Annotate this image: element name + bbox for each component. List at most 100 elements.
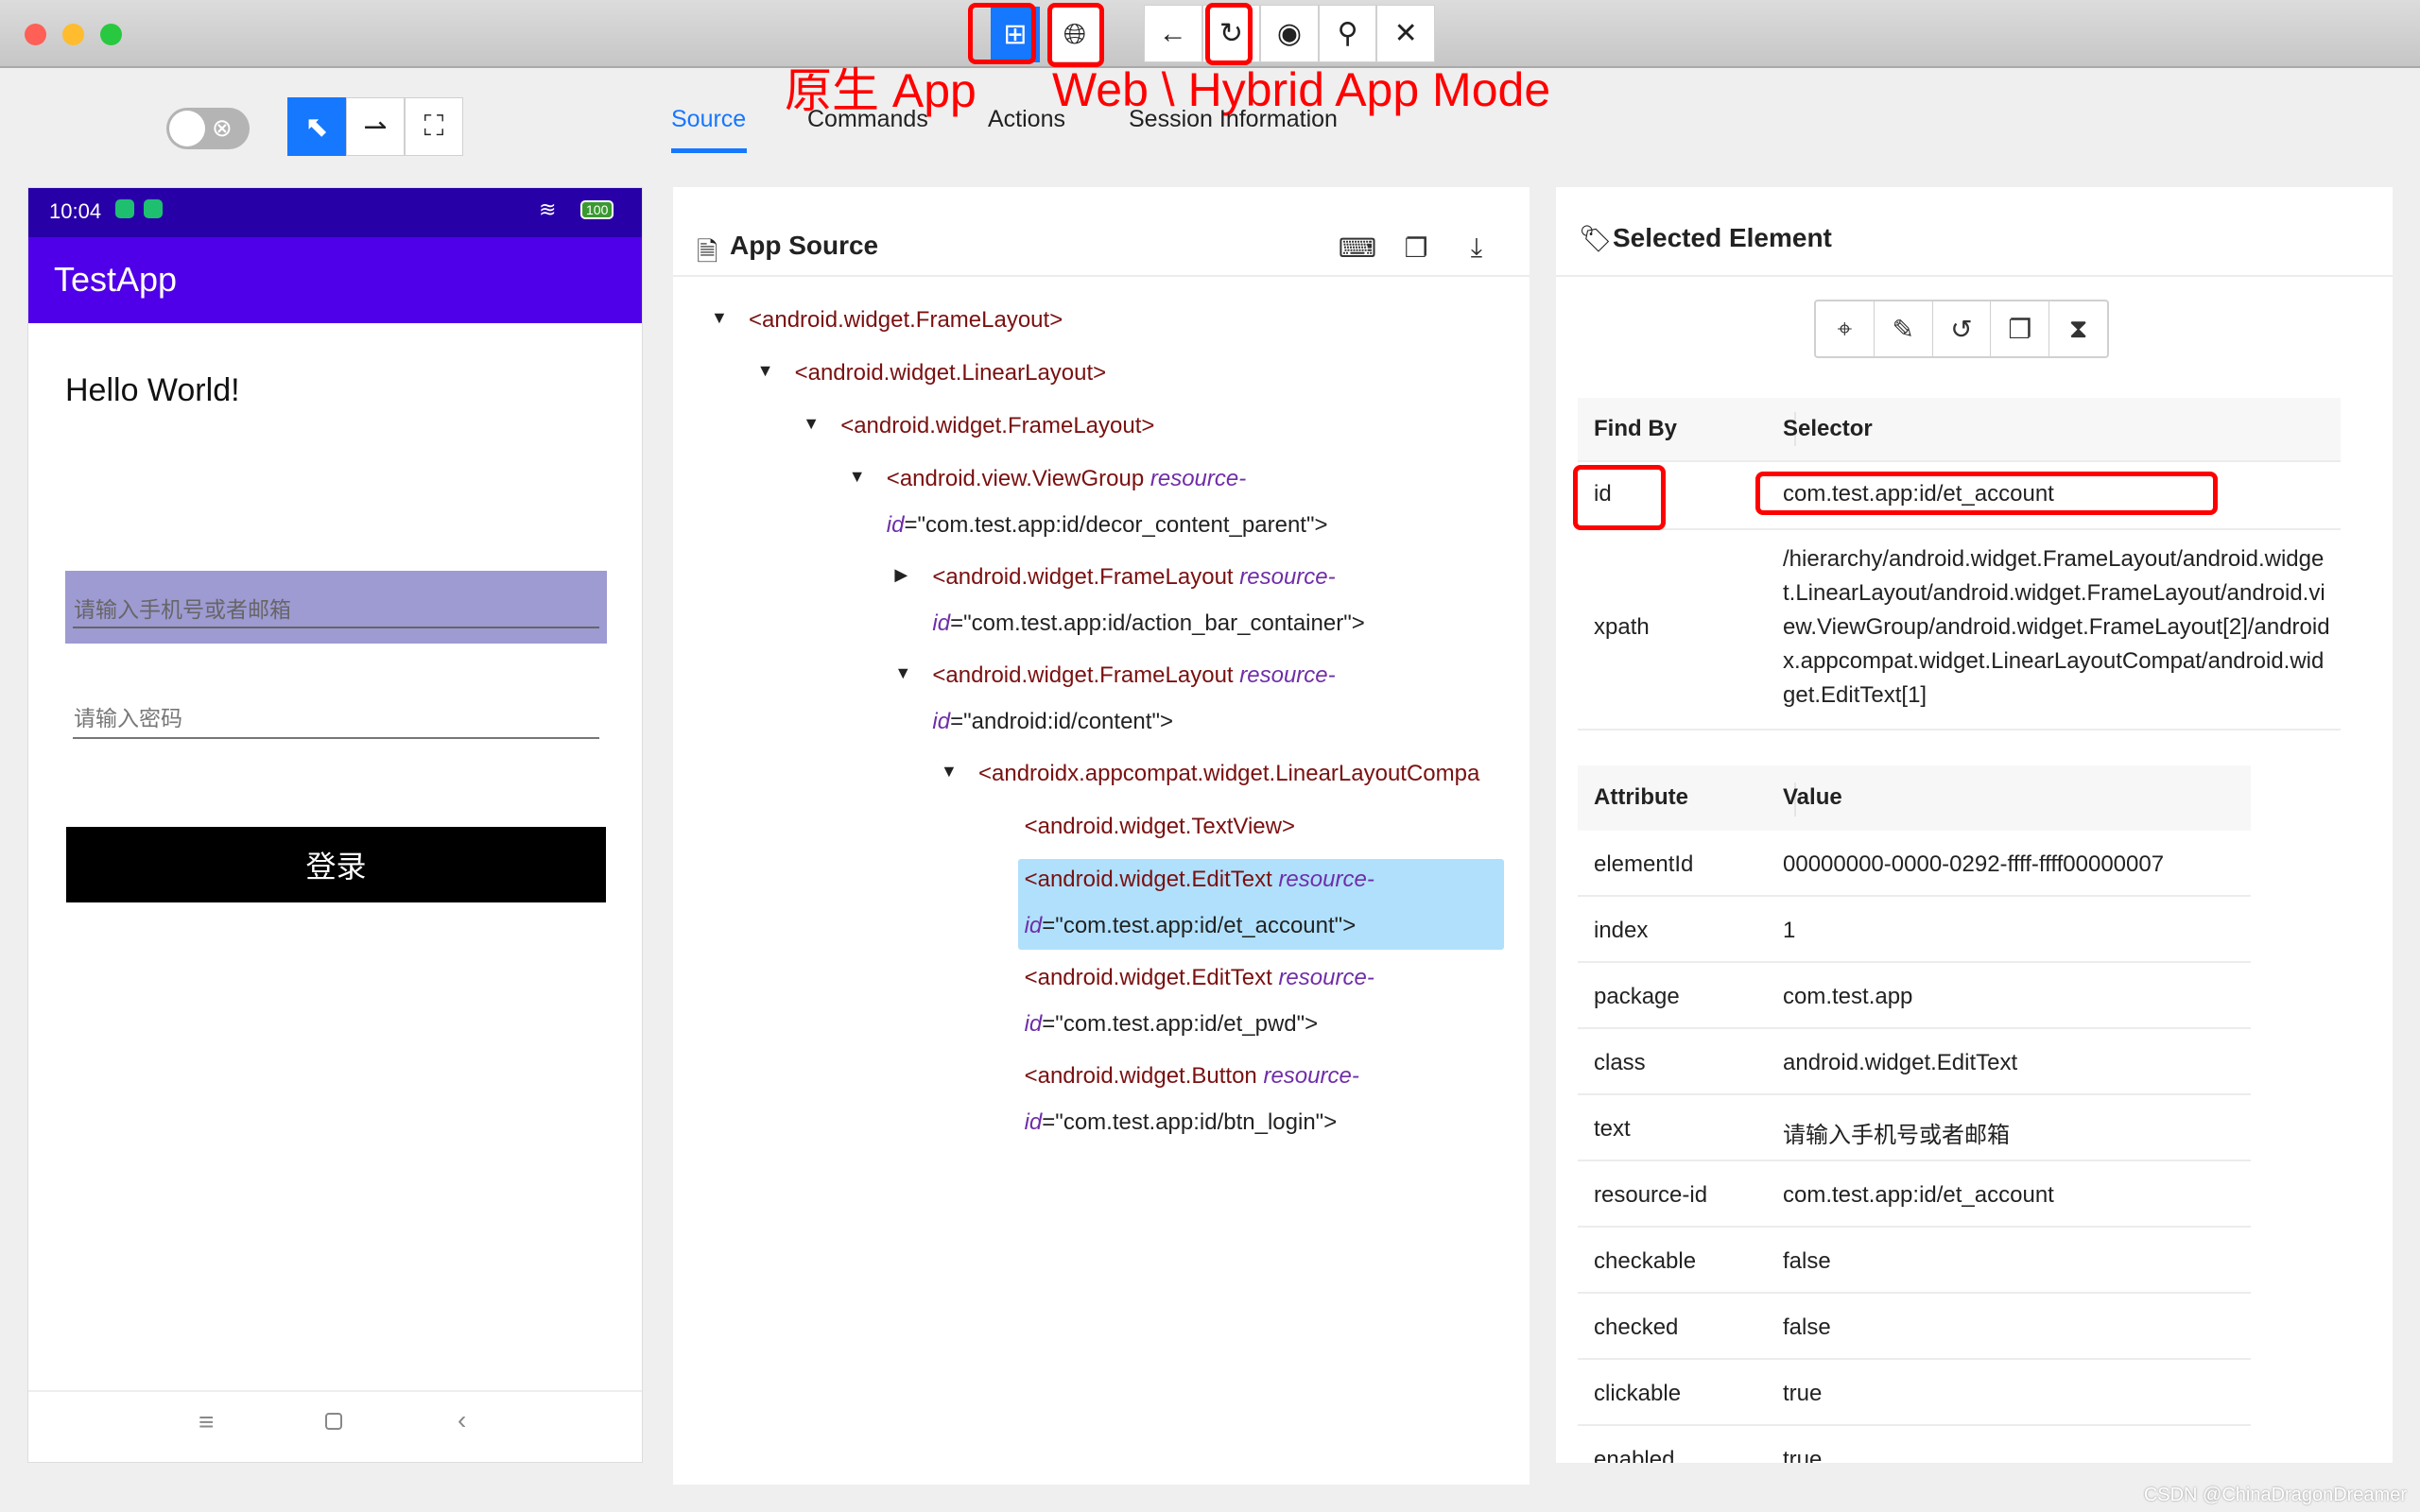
node-tag: android.widget.FrameLayout [945, 564, 1234, 590]
annotation-box-id [1573, 465, 1666, 530]
swipe-icon: ⇀ [363, 111, 388, 143]
attribute-row: enabled true [1578, 1426, 2251, 1463]
element-actions-toolbar: ⌖ ✎ ↺ ❐ ⧗ [1814, 300, 2109, 358]
tap-coordinates-button[interactable]: ⛶ [405, 97, 463, 156]
close-button[interactable]: ✕ [1376, 5, 1435, 62]
eye-button[interactable]: ◉ [1260, 5, 1319, 62]
password-input[interactable]: 请输入密码 [74, 700, 182, 732]
node-attr-value: ="android:id/content"> [950, 709, 1173, 734]
node-attr-name: resource- [1239, 662, 1336, 688]
attribute-row: package com.test.app [1578, 963, 2251, 1029]
node-tag: android.view.ViewGroup [899, 466, 1145, 491]
attribute-value[interactable]: true [1783, 1447, 1822, 1463]
tab-session-information[interactable]: Session Information [1129, 106, 1338, 133]
menu-icon[interactable]: ≡ [199, 1407, 214, 1437]
tree-caret-down-icon[interactable]: ▼ [711, 308, 728, 328]
value-header: Value [1783, 784, 1842, 810]
tab-source[interactable]: Source [671, 106, 746, 133]
node-tag: android.widget.FrameLayout [762, 307, 1050, 333]
tap-element-icon[interactable]: ⌖ [1816, 301, 1875, 356]
xpath-selector[interactable]: /hierarchy/android.widget.FrameLayout/an… [1783, 542, 2331, 713]
tree-node[interactable]: <android.widget.EditText resource-id="co… [1025, 954, 1374, 1047]
tree-node[interactable]: <android.widget.FrameLayout> [840, 403, 1154, 449]
attribute-value[interactable]: android.widget.EditText [1783, 1050, 2017, 1076]
node-attr-value-text: android:id/content [971, 709, 1152, 734]
attribute-row: index 1 [1578, 897, 2251, 963]
attribute-name: elementId [1594, 851, 1694, 877]
search-button[interactable]: ⚲ [1318, 5, 1377, 62]
node-tag: android.widget.EditText [1037, 867, 1272, 892]
divider [1556, 275, 2393, 277]
node-attr-value: ="com.test.app:id/et_pwd"> [1042, 1011, 1319, 1037]
tree-node[interactable]: <android.widget.FrameLayout resource-id=… [932, 652, 1335, 745]
back-icon[interactable]: ‹ [458, 1405, 466, 1435]
clear-icon[interactable]: ↺ [1933, 301, 1992, 356]
copy-attributes-icon[interactable]: ❐ [1991, 301, 2050, 356]
node-attr-value: ="com.test.app:id/btn_login"> [1042, 1109, 1338, 1135]
annotation-box-selector [1755, 472, 2218, 515]
timing-icon[interactable]: ⧗ [2049, 301, 2107, 356]
close-window-button[interactable] [25, 24, 46, 45]
attribute-value[interactable]: 1 [1783, 918, 1795, 944]
attribute-row: checkable false [1578, 1228, 2251, 1294]
attribute-value[interactable]: false [1783, 1314, 1831, 1341]
select-element-icon: ⬉ [304, 111, 329, 143]
swipe-button[interactable]: ⇀ [346, 97, 405, 156]
attribute-name: resource-id [1594, 1182, 1708, 1208]
select-element-button[interactable]: ⬉ [287, 97, 346, 156]
account-input[interactable]: 请输入手机号或者邮箱 [74, 592, 291, 624]
app-source-panel: 🗎︎ App Source ⌨︎ ❐ ⤓ ▼ <android.widget.Fr… [673, 187, 1530, 1485]
tree-node[interactable]: <android.widget.Button resource-id="com.… [1025, 1053, 1359, 1145]
device-screenshot[interactable]: 10:04 ≋ 100 TestApp Hello World! 请输入手机号或… [27, 187, 643, 1463]
tab-actions[interactable]: Actions [988, 106, 1065, 133]
minimize-window-button[interactable] [62, 24, 84, 45]
attribute-value[interactable]: false [1783, 1248, 1831, 1275]
tree-node[interactable]: <android.view.ViewGroup resource-id="com… [887, 455, 1328, 548]
tree-caret-down-icon[interactable]: ▼ [803, 414, 820, 434]
home-icon[interactable] [325, 1413, 342, 1430]
node-tag: androidx.appcompat.widget.LinearLayoutCo… [992, 761, 1480, 786]
node-attr-value-text: com.test.app:id/action_bar_container [971, 610, 1344, 636]
find-by-xpath: xpath [1594, 614, 1650, 640]
attribute-row: checked false [1578, 1294, 2251, 1360]
app-title: TestApp [54, 260, 178, 299]
tree-node[interactable]: <android.widget.FrameLayout resource-id=… [932, 554, 1364, 646]
attribute-name: class [1594, 1050, 1646, 1075]
tree-caret-down-icon[interactable]: ▼ [941, 762, 958, 782]
tree-node[interactable]: <android.widget.LinearLayout> [795, 350, 1107, 396]
attribute-row: text 请输入手机号或者邮箱 [1578, 1095, 2251, 1161]
screenshot-toggle[interactable]: ⊗ [166, 108, 250, 149]
attribute-value[interactable]: com.test.app:id/et_account [1783, 1182, 2054, 1209]
inspector-tools: ⬉ ⇀ ⛶ [287, 97, 463, 156]
tree-caret-down-icon[interactable]: ▼ [849, 467, 866, 487]
tree-node[interactable]: <android.widget.TextView> [1025, 803, 1295, 850]
account-input-highlight[interactable]: 请输入手机号或者邮箱 [65, 571, 607, 644]
tab-commands[interactable]: Commands [807, 106, 928, 133]
attribute-value[interactable]: true [1783, 1381, 1822, 1407]
arrow-left-button[interactable]: ← [1144, 5, 1202, 62]
annotation-box-native [968, 3, 1036, 64]
attribute-name: text [1594, 1116, 1631, 1142]
wifi-icon: ≋ [539, 198, 557, 221]
attribute-value[interactable]: 请输入手机号或者邮箱 [1783, 1116, 2010, 1149]
send-keys-icon[interactable]: ✎ [1875, 301, 1933, 356]
maximize-window-button[interactable] [100, 24, 122, 45]
tree-caret-down-icon[interactable]: ▼ [894, 663, 911, 683]
node-attr-name: resource- [1150, 466, 1247, 491]
attribute-value[interactable]: com.test.app [1783, 984, 1912, 1010]
node-attr-name: resource- [1263, 1063, 1359, 1089]
find-by-header: Find By [1594, 416, 1677, 441]
attribute-value[interactable]: 00000000-0000-0292-ffff-ffff00000007 [1783, 851, 2164, 878]
node-tag: android.widget.FrameLayout [854, 413, 1142, 438]
tree-node[interactable]: <androidx.appcompat.widget.LinearLayoutC… [978, 750, 1479, 797]
node-attr-name: id [1024, 1011, 1043, 1037]
tree-caret-right-icon[interactable]: ▶ [894, 565, 908, 585]
panel-title: Selected Element [1613, 223, 1832, 252]
tree-caret-down-icon[interactable]: ▼ [757, 361, 774, 381]
watermark: CSDN @ChinaDragonDreamer [2143, 1485, 2407, 1505]
active-tab-indicator [671, 148, 747, 153]
login-button[interactable]: 登录 [66, 827, 606, 902]
node-tag: android.widget.EditText [1037, 965, 1272, 990]
tree-node[interactable]: <android.widget.FrameLayout> [749, 297, 1063, 343]
tree-node[interactable]: <android.widget.EditText resource-id="co… [1025, 856, 1374, 949]
